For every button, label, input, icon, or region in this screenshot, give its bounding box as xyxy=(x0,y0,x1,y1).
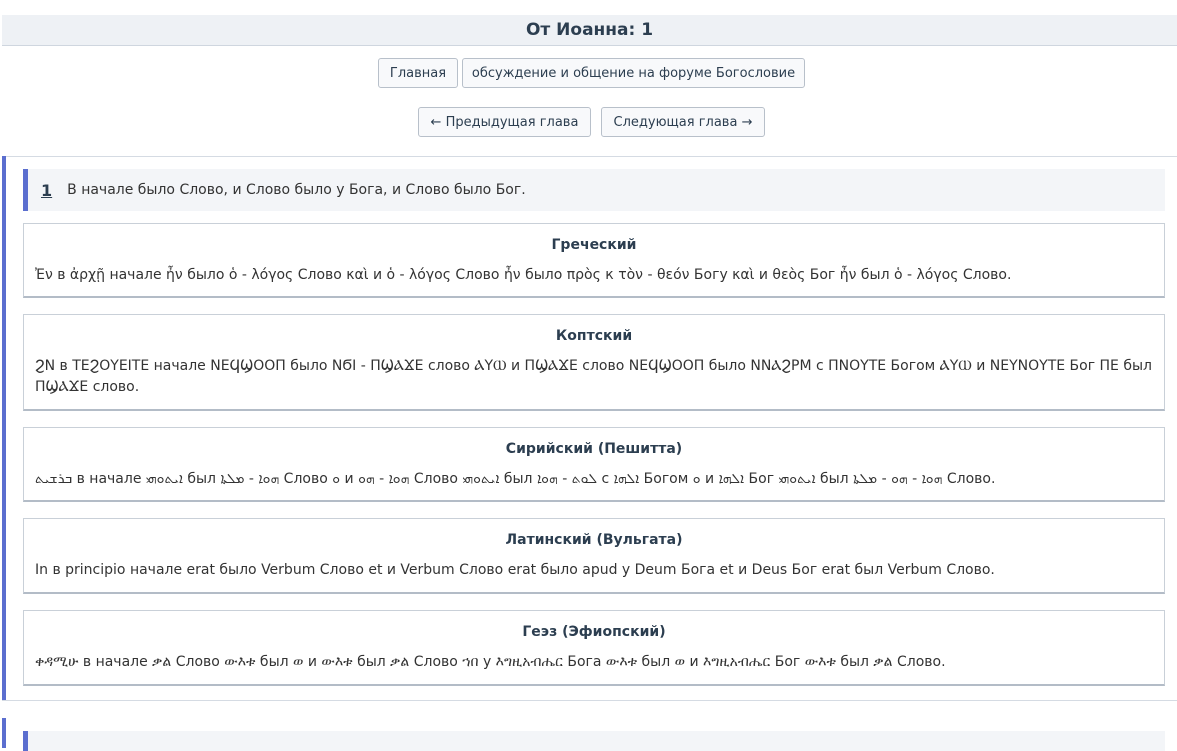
translation-text: In в principio начале erat было Verbum С… xyxy=(35,562,995,578)
translation-title: Геэз (Эфиопский) xyxy=(522,624,666,640)
translation-text: ܒܪܫܝܬ в начале ܐܝܬܘܗܝ был ܗܘܐ - ܡܠܬܐ Сло… xyxy=(35,471,996,487)
translation-title: Латинский (Вульгата) xyxy=(505,532,683,548)
translation-card-syriac: Сирийский (Пешитта) ܒܪܫܝܬ в начале ܐܝܬܘܗ… xyxy=(23,427,1165,502)
translation-text: ϨΝ в ΤΕϨΟΥΕΙΤΕ начале ΝΕϤϢΟΟΠ было ΝϬΙ -… xyxy=(35,358,1152,395)
verse-text: В начале было Слово, и Слово было у Бога… xyxy=(67,182,526,198)
verse-number-link[interactable]: 1 xyxy=(41,181,52,200)
translation-card-latin: Латинский (Вульгата) In в principio нача… xyxy=(23,518,1165,594)
translation-title: Сирийский (Пешитта) xyxy=(505,441,683,457)
next-verse-header xyxy=(23,731,1165,751)
translation-title: Греческий xyxy=(551,237,637,253)
verse-header: 1 В начале было Слово, и Слово было у Бо… xyxy=(23,169,1165,211)
translation-card-geez: Геэз (Эфиопский) ቀዳሚሁ в начале ቃል Слово … xyxy=(23,610,1165,686)
page-header: От Иоанна: 1 xyxy=(2,15,1177,46)
page-title: От Иоанна: 1 xyxy=(525,20,654,40)
translation-card-coptic: Коптский ϨΝ в ΤΕϨΟΥΕΙΤΕ начале ΝΕϤϢΟΟΠ б… xyxy=(23,314,1165,411)
translation-card-greek: Греческий Ἐν в ἀρχῇ начале ἦν было ὁ - λ… xyxy=(23,223,1165,298)
divider xyxy=(2,700,1177,701)
next-chapter-button[interactable]: Следующая глава → xyxy=(601,107,765,137)
translation-text: Ἐν в ἀρχῇ начале ἦν было ὁ - λόγος Слово… xyxy=(35,267,1012,283)
home-button[interactable]: Главная xyxy=(378,58,458,88)
forum-button[interactable]: обсуждение и общение на форуме Богослови… xyxy=(462,58,805,88)
translation-title: Коптский xyxy=(555,328,633,344)
translation-text: ቀዳሚሁ в начале ቃል Слово ውእቱ был ወ и ውእቱ б… xyxy=(35,654,946,670)
prev-chapter-button[interactable]: ← Предыдущая глава xyxy=(418,107,591,137)
